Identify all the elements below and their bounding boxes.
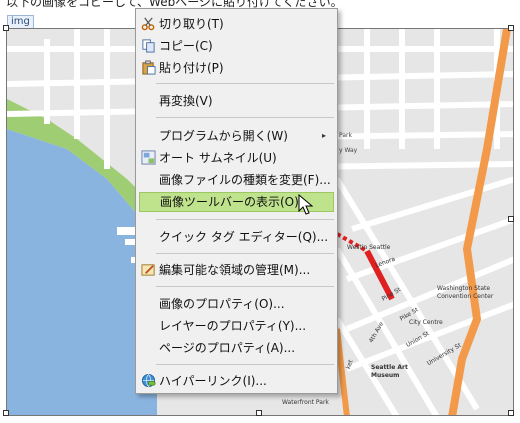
- map-label-westin: Westin Seattle: [347, 244, 391, 251]
- menu-separator: [156, 83, 334, 84]
- menu-item-change-image-type-label: 画像ファイルの種類を変更(F)...: [159, 173, 331, 187]
- menu-item-image-properties[interactable]: 画像のプロパティ(O)...: [139, 294, 334, 314]
- menu-item-page-properties[interactable]: ページのプロパティ(A)...: [139, 338, 334, 358]
- menu-separator: [156, 253, 334, 254]
- thumbnail-icon: [141, 150, 156, 165]
- menu-item-reconvert-label: 再変換(V): [159, 94, 213, 108]
- resize-handle-bottom-right[interactable]: [508, 410, 514, 416]
- menu-item-quick-tag-editor[interactable]: クイック タグ エディター(Q)...: [139, 227, 334, 247]
- hyperlink-icon: [141, 373, 156, 388]
- menu-item-auto-thumbnail[interactable]: オート サムネイル(U): [139, 148, 334, 168]
- menu-item-layer-properties[interactable]: レイヤーのプロパティ(Y)...: [139, 316, 334, 336]
- menu-separator: [156, 117, 334, 118]
- menu-item-reconvert[interactable]: 再変換(V): [139, 91, 334, 111]
- resize-handle-top-right[interactable]: [508, 25, 514, 31]
- menu-item-hyperlink-label: ハイパーリンク(I)...: [159, 374, 267, 388]
- menu-item-show-image-toolbar-label: 画像ツールバーの表示(O): [160, 195, 299, 209]
- menu-item-quick-tag-editor-label: クイック タグ エディター(Q)...: [159, 230, 329, 244]
- menu-item-paste-label: 貼り付け(P): [159, 61, 224, 75]
- menu-item-auto-thumbnail-label: オート サムネイル(U): [159, 151, 277, 165]
- map-label-convention: Washington State Convention Center: [437, 285, 494, 300]
- resize-handle-bottom-left[interactable]: [3, 410, 9, 416]
- map-label-city-centre: City Centre: [409, 319, 443, 326]
- map-label-seattle-art: Seattle Art Museum: [371, 364, 408, 379]
- menu-item-hyperlink[interactable]: ハイパーリンク(I)...: [139, 371, 334, 391]
- menu-item-open-with[interactable]: プログラムから開く(W) ▸: [139, 126, 334, 146]
- submenu-arrow-icon: ▸: [321, 131, 326, 140]
- menu-item-manage-editable-regions[interactable]: 編集可能な領域の管理(M)...: [139, 260, 334, 280]
- menu-item-copy[interactable]: コピー(C): [139, 36, 334, 56]
- menu-item-open-with-label: プログラムから開く(W): [159, 129, 288, 143]
- menu-item-cut-label: 切り取り(T): [159, 17, 224, 31]
- menu-item-page-properties-label: ページのプロパティ(A)...: [159, 341, 296, 355]
- menu-item-image-properties-label: 画像のプロパティ(O)...: [159, 297, 285, 311]
- menu-item-copy-label: コピー(C): [159, 39, 213, 53]
- menu-item-layer-properties-label: レイヤーのプロパティ(Y)...: [159, 319, 307, 333]
- menu-item-cut[interactable]: 切り取り(T): [139, 14, 334, 34]
- scissors-icon: [141, 17, 155, 31]
- map-label-park: Park: [339, 132, 352, 139]
- menu-separator: [156, 286, 334, 287]
- menu-separator: [156, 364, 334, 365]
- resize-handle-right[interactable]: [508, 216, 514, 222]
- img-tag-label[interactable]: img: [7, 15, 34, 29]
- editable-region-icon: [141, 264, 155, 276]
- menu-item-manage-editable-regions-label: 編集可能な領域の管理(M)...: [159, 263, 311, 277]
- menu-separator: [156, 219, 334, 220]
- mouse-cursor-icon: [298, 194, 314, 215]
- map-label-way: y Way: [339, 147, 358, 154]
- menu-item-paste[interactable]: 貼り付け(P): [139, 58, 334, 78]
- map-label-waterfront: Waterfront Park: [282, 399, 329, 406]
- menu-item-change-image-type[interactable]: 画像ファイルの種類を変更(F)...: [139, 170, 334, 190]
- copy-icon: [142, 39, 155, 53]
- resize-handle-top-left[interactable]: [3, 25, 9, 31]
- resize-handle-bottom[interactable]: [256, 410, 262, 416]
- paste-icon: [142, 60, 156, 75]
